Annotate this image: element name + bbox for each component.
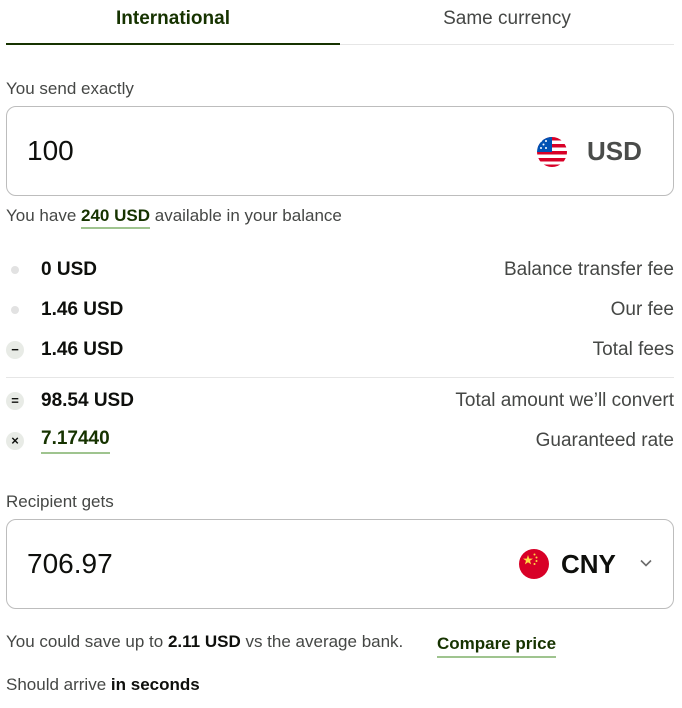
receive-amount-field[interactable]: 706.97 CNY	[6, 519, 674, 609]
send-amount-input[interactable]: 100	[27, 107, 74, 195]
fee-row-our-fee: 1.46 USD Our fee	[6, 295, 674, 325]
fee-row-convert-amount: = 98.54 USD Total amount we’ll convert	[6, 386, 674, 416]
multiply-icon: ×	[6, 432, 24, 450]
fee-value: 98.54 USD	[41, 390, 134, 411]
savings-suffix: vs the average bank.	[245, 632, 404, 651]
fee-label: Guaranteed rate	[535, 430, 674, 451]
arrival-info: Should arrive in seconds	[6, 675, 200, 695]
savings-prefix: You could save up to	[6, 632, 164, 651]
fee-label: Balance transfer fee	[503, 259, 674, 280]
fee-label: Our fee	[610, 299, 674, 320]
balance-suffix: available in your balance	[154, 206, 342, 225]
balance-amount-link[interactable]: 240 USD	[81, 206, 150, 229]
fee-value: 0 USD	[41, 259, 97, 280]
receive-label: Recipient gets	[6, 492, 114, 511]
receive-amount-input[interactable]: 706.97	[27, 520, 113, 608]
send-label: You send exactly	[6, 79, 134, 98]
compare-price-link[interactable]: Compare price	[437, 634, 557, 658]
us-flag-icon	[537, 137, 567, 167]
fee-row-rate: × 7.17440 Guaranteed rate	[6, 426, 674, 456]
dot-icon	[11, 306, 19, 314]
chevron-down-icon[interactable]	[640, 557, 652, 569]
receive-currency-label: CNY	[561, 549, 616, 579]
fee-label: Total amount we’ll convert	[455, 390, 674, 411]
fee-row-total-fees: − 1.46 USD Total fees	[6, 335, 674, 365]
savings-amount: 2.11 USD	[167, 632, 241, 651]
balance-info: You have 240 USD available in your balan…	[6, 206, 342, 229]
arrival-prefix: Should arrive	[6, 675, 107, 694]
dot-icon	[11, 266, 19, 274]
fee-value: 1.46 USD	[41, 299, 124, 320]
balance-prefix: You have	[6, 206, 77, 225]
tab-same-currency[interactable]: Same currency	[340, 0, 674, 45]
transfer-type-tabs: International Same currency	[6, 0, 674, 45]
equals-icon: =	[6, 392, 24, 410]
fee-row-balance-transfer: 0 USD Balance transfer fee	[6, 255, 674, 285]
fee-label: Total fees	[592, 339, 674, 360]
china-flag-icon	[519, 549, 549, 579]
send-amount-field[interactable]: 100 USD	[6, 106, 674, 196]
guaranteed-rate-link[interactable]: 7.17440	[41, 426, 110, 454]
divider	[6, 377, 674, 378]
tab-international[interactable]: International	[6, 0, 340, 45]
savings-info: You could save up to 2.11 USD vs the ave…	[6, 632, 403, 652]
send-currency-label: USD	[587, 136, 642, 166]
arrival-time: in seconds	[110, 675, 200, 694]
minus-icon: −	[6, 341, 24, 359]
fee-value: 1.46 USD	[41, 339, 124, 360]
